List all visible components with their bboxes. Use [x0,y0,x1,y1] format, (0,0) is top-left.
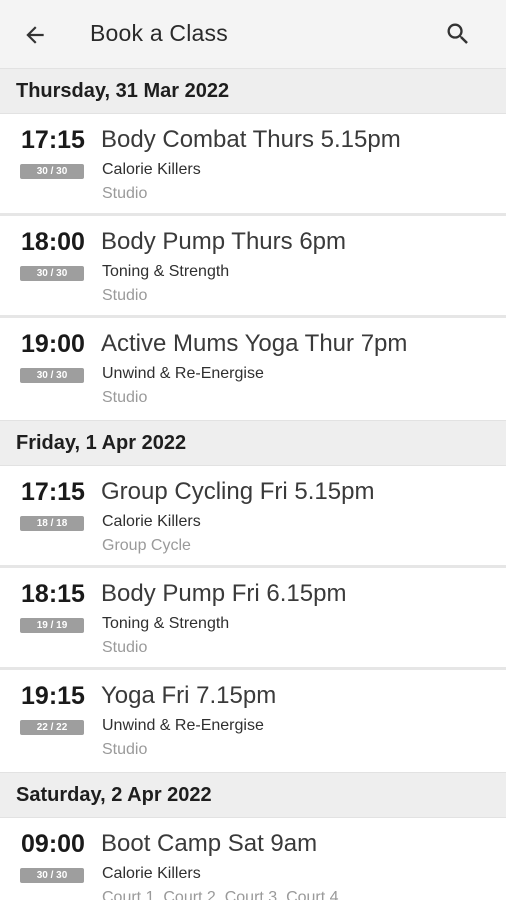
class-location: Studio [102,389,148,406]
class-location: Group Cycle [102,537,191,554]
class-location: Studio [102,185,148,202]
class-row[interactable]: 17:15 18 / 18 Group Cycling Fri 5.15pm C… [0,466,506,568]
class-name: Active Mums Yoga Thur 7pm [101,330,408,357]
class-name: Body Pump Fri 6.15pm [101,580,347,607]
day-header: Friday, 1 Apr 2022 [0,420,506,466]
class-name: Yoga Fri 7.15pm [101,682,277,709]
capacity-badge: 18 / 18 [20,516,84,531]
search-icon[interactable] [444,20,472,48]
class-category: Unwind & Re-Energise [102,717,264,734]
class-location: Court 1, Court 2, Court 3, Court 4 [102,889,339,900]
class-location: Studio [102,287,148,304]
class-row[interactable]: 17:15 30 / 30 Body Combat Thurs 5.15pm C… [0,114,506,216]
class-location: Studio [102,639,148,656]
page-title: Book a Class [90,20,228,46]
class-time: 17:15 [21,126,85,154]
class-row[interactable]: 19:15 22 / 22 Yoga Fri 7.15pm Unwind & R… [0,670,506,772]
day-header: Saturday, 2 Apr 2022 [0,772,506,818]
class-name: Group Cycling Fri 5.15pm [101,478,375,505]
capacity-badge: 19 / 19 [20,618,84,633]
capacity-badge: 22 / 22 [20,720,84,735]
class-location: Studio [102,741,148,758]
class-row[interactable]: 19:00 30 / 30 Active Mums Yoga Thur 7pm … [0,318,506,420]
class-row[interactable]: 18:00 30 / 30 Body Pump Thurs 6pm Toning… [0,216,506,318]
capacity-badge: 30 / 30 [20,266,84,281]
class-time: 19:15 [21,682,85,710]
class-name: Boot Camp Sat 9am [101,830,318,857]
class-category: Toning & Strength [102,263,230,280]
class-row[interactable]: 09:00 30 / 30 Boot Camp Sat 9am Calorie … [0,818,506,900]
class-category: Calorie Killers [102,161,201,178]
arrow-left-icon[interactable] [22,22,48,48]
capacity-badge: 30 / 30 [20,368,84,383]
day-header: Thursday, 31 Mar 2022 [0,68,506,114]
class-category: Unwind & Re-Energise [102,365,264,382]
capacity-badge: 30 / 30 [20,868,84,883]
class-time: 09:00 [21,830,85,858]
class-time: 19:00 [21,330,85,358]
capacity-badge: 30 / 30 [20,164,84,179]
class-name: Body Pump Thurs 6pm [101,228,347,255]
class-time: 18:15 [21,580,85,608]
class-row[interactable]: 18:15 19 / 19 Body Pump Fri 6.15pm Tonin… [0,568,506,670]
class-category: Calorie Killers [102,865,201,882]
class-time: 18:00 [21,228,85,256]
class-name: Body Combat Thurs 5.15pm [101,126,401,153]
app-bar: Book a Class [0,0,506,68]
class-category: Toning & Strength [102,615,230,632]
class-time: 17:15 [21,478,85,506]
class-category: Calorie Killers [102,513,201,530]
